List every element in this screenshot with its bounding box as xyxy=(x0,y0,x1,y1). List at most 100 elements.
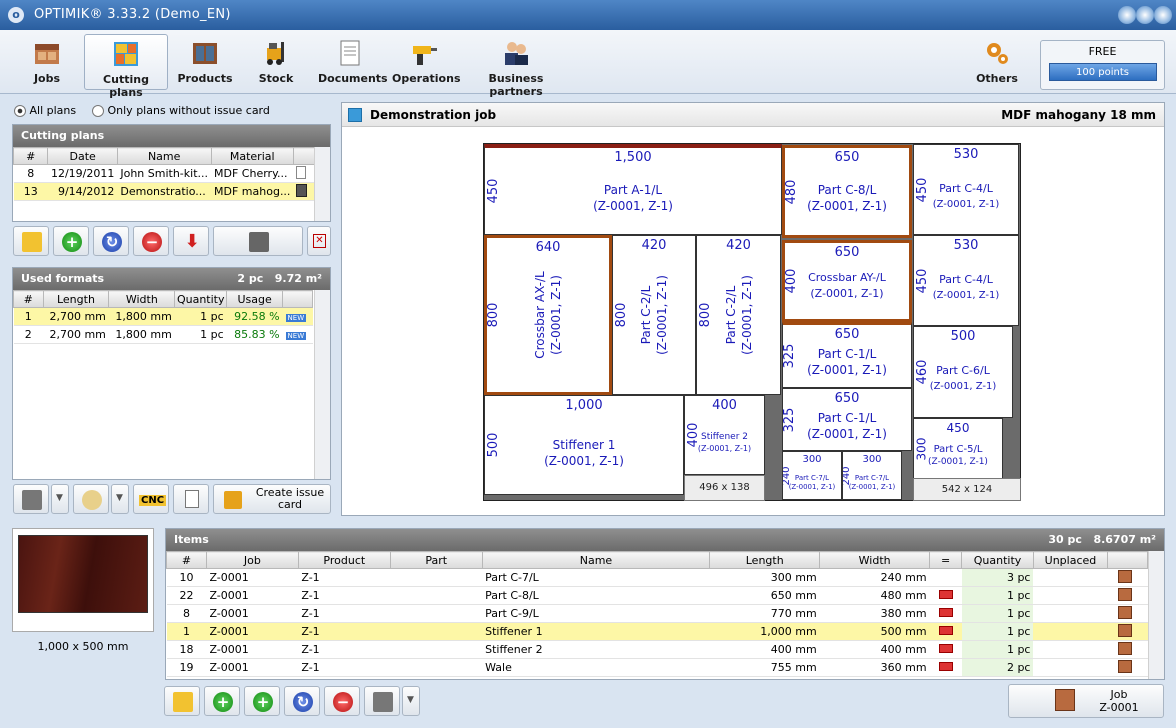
col-length[interactable]: Length xyxy=(42,290,110,308)
cutting-plans-scrollbar[interactable] xyxy=(314,147,330,221)
piece-part-c7-b[interactable]: 300 240 Part C-7/L (Z-0001, Z-1) xyxy=(842,451,902,500)
col-unplaced[interactable]: Unplaced xyxy=(1032,551,1108,569)
documents-label: Documents xyxy=(318,72,388,85)
title-bar: o OPTIMIK® 3.33.2 (Demo_EN) xyxy=(0,0,1176,30)
add-button[interactable]: + xyxy=(53,226,89,256)
col-quantity[interactable]: Quantity xyxy=(961,551,1034,569)
filter-all[interactable]: All plans xyxy=(14,104,76,117)
delete-disabled-button[interactable]: ✕ xyxy=(307,226,331,256)
col-num[interactable]: # xyxy=(12,147,49,165)
operations-button[interactable]: Operations xyxy=(392,34,461,90)
table-row[interactable]: 10 Z-0001 Z-1 Part C-7/L 300 mm 240 mm 3 pc xyxy=(166,568,1148,587)
items-add-more-button[interactable]: + xyxy=(244,686,280,716)
job-button[interactable]: Job Z-0001 xyxy=(1008,684,1164,718)
items-refresh-button[interactable]: ↻ xyxy=(284,686,320,716)
waste-a[interactable]: 496 x 138 xyxy=(684,475,765,501)
cell: Demonstratio... xyxy=(117,182,212,201)
create-issue-card-button[interactable]: Create issue card xyxy=(213,484,331,514)
piece-part-c7-a[interactable]: 300 240 Part C-7/L (Z-0001, Z-1) xyxy=(782,451,842,500)
piece-part-c4-b[interactable]: 530 450 Part C-4/L (Z-0001, Z-1) xyxy=(913,235,1019,326)
cutting-plans-button[interactable]: Cutting plans xyxy=(84,34,168,99)
table-row[interactable]: 18 Z-0001 Z-1 Stiffener 2 400 mm 400 mm 1 pc xyxy=(166,640,1148,659)
col-num[interactable]: # xyxy=(13,290,44,308)
items-summary: 30 pc 8.6707 m² xyxy=(1048,529,1156,551)
business-partners-button[interactable]: Business partners xyxy=(468,34,564,98)
col-width[interactable]: Width xyxy=(819,551,931,569)
col-num[interactable]: # xyxy=(166,551,207,569)
items-print-button[interactable] xyxy=(364,686,400,716)
piece-stiffener-1[interactable]: 1,000 500 Stiffener 1 (Z-0001, Z-1) xyxy=(484,395,684,495)
piece-crossbar-ax[interactable]: 640 800 Crossbar AX-/L (Z-0001, Z-1) xyxy=(484,235,612,395)
col-grain[interactable]: = xyxy=(929,551,963,569)
table-row[interactable]: 8 Z-0001 Z-1 Part C-9/L 770 mm 380 mm 1 pc xyxy=(166,604,1148,623)
cell: 400 mm xyxy=(709,640,820,659)
col-name[interactable]: Name xyxy=(481,551,711,569)
piece-part-c2-b[interactable]: 420 800 Part C-2/L (Z-0001, Z-1) xyxy=(696,235,781,395)
col-name[interactable]: Name xyxy=(116,147,212,165)
items-add-plan-button[interactable] xyxy=(164,686,200,716)
points-button[interactable]: 100 points xyxy=(1048,63,1157,81)
col-quantity[interactable]: Quantity xyxy=(174,290,228,308)
table-row[interactable]: 13 9/14/2012 Demonstratio... MDF mahog..… xyxy=(13,182,316,201)
col-date[interactable]: Date xyxy=(47,147,118,165)
col-material[interactable]: Material xyxy=(210,147,294,165)
print-button[interactable] xyxy=(13,484,49,514)
forklift-icon xyxy=(224,491,242,509)
label-dropdown[interactable]: ▼ xyxy=(111,484,129,514)
col-part[interactable]: Part xyxy=(389,551,483,569)
items-scrollbar[interactable] xyxy=(1148,551,1164,679)
piece-part-c4-a[interactable]: 530 450 Part C-4/L (Z-0001, Z-1) xyxy=(913,144,1019,235)
col-product[interactable]: Product xyxy=(297,551,391,569)
items-remove-button[interactable]: − xyxy=(324,686,360,716)
piece-part-c1-b[interactable]: 650 325 Part C-1/L (Z-0001, Z-1) xyxy=(782,388,912,451)
col-usage[interactable]: Usage xyxy=(226,290,284,308)
items-add-button[interactable]: + xyxy=(204,686,240,716)
col-job[interactable]: Job xyxy=(205,551,299,569)
cell: Part C-9/L xyxy=(482,604,710,623)
documents-button[interactable]: Documents xyxy=(318,34,388,90)
piece-part-c8[interactable]: 650 480 Part C-8/L (Z-0001, Z-1) xyxy=(782,145,912,238)
remove-button[interactable]: − xyxy=(133,226,169,256)
table-row[interactable]: 19 Z-0001 Z-1 Wale 755 mm 360 mm 2 pc xyxy=(166,658,1148,677)
maximize-button[interactable] xyxy=(1136,6,1154,24)
others-button[interactable]: Others xyxy=(972,34,1022,90)
table-row[interactable]: 1 2,700 mm 1,800 mm 1 pc 92.58 % NEW xyxy=(13,307,313,326)
close-button[interactable] xyxy=(1154,6,1172,24)
piece-part-c6[interactable]: 500 460 Part C-6/L (Z-0001, Z-1) xyxy=(913,326,1013,418)
waste-b[interactable]: 542 x 124 xyxy=(913,478,1021,501)
cell: 770 mm xyxy=(709,604,820,623)
table-row[interactable]: 22 Z-0001 Z-1 Part C-8/L 650 mm 480 mm 1 pc xyxy=(166,586,1148,605)
piece-part-c1-a[interactable]: 650 325 Part C-1/L (Z-0001, Z-1) xyxy=(782,322,912,388)
print-dropdown[interactable]: ▼ xyxy=(51,484,69,514)
stock-button[interactable]: Stock xyxy=(250,34,302,90)
table-row[interactable]: 8 12/19/2011 John Smith-kit... MDF Cherr… xyxy=(13,164,316,183)
piece-part-c2-a[interactable]: 420 800 Part C-2/L (Z-0001, Z-1) xyxy=(612,235,696,395)
cutting-sheet[interactable]: 1,500 450 Part A-1/L (Z-0001, Z-1) 650 48… xyxy=(483,143,1021,501)
products-button[interactable]: Products xyxy=(176,34,234,90)
formats-scrollbar[interactable] xyxy=(314,290,330,479)
refresh-button[interactable]: ↻ xyxy=(93,226,129,256)
jobs-button[interactable]: Jobs xyxy=(18,34,76,90)
table-row[interactable]: 2 2,700 mm 1,800 mm 1 pc 85.83 % NEW xyxy=(13,325,313,344)
refresh-icon: ↻ xyxy=(102,232,122,252)
minimize-button[interactable] xyxy=(1118,6,1136,24)
filter-without-issue[interactable]: Only plans without issue card xyxy=(92,104,270,117)
app-icon[interactable]: o xyxy=(8,7,24,23)
label-button[interactable] xyxy=(73,484,109,514)
radio-without[interactable] xyxy=(92,105,104,117)
col-width[interactable]: Width xyxy=(108,290,176,308)
cnc-button[interactable]: CNC xyxy=(133,484,169,514)
items-print-dropdown[interactable]: ▼ xyxy=(402,686,420,716)
download-button[interactable]: ⬇ xyxy=(173,226,209,256)
document-button[interactable] xyxy=(173,484,209,514)
table-row[interactable]: 1 Z-0001 Z-1 Stiffener 1 1,000 mm 500 mm 1 pc xyxy=(166,622,1148,641)
piece-part-c5[interactable]: 450 300 Part C-5/L (Z-0001, Z-1) xyxy=(913,418,1003,479)
piece-part-a1[interactable]: 1,500 450 Part A-1/L (Z-0001, Z-1) xyxy=(484,144,782,235)
radio-all[interactable] xyxy=(14,105,26,117)
cell: Z-0001 xyxy=(206,586,299,605)
piece-stiffener-2[interactable]: 400 400 Stiffener 2 (Z-0001, Z-1) xyxy=(684,395,765,475)
col-length[interactable]: Length xyxy=(709,551,821,569)
calculate-button[interactable] xyxy=(213,226,303,256)
add-plan-button[interactable] xyxy=(13,226,49,256)
piece-crossbar-ay[interactable]: 650 400 Crossbar AY-/L (Z-0001, Z-1) xyxy=(782,240,912,322)
